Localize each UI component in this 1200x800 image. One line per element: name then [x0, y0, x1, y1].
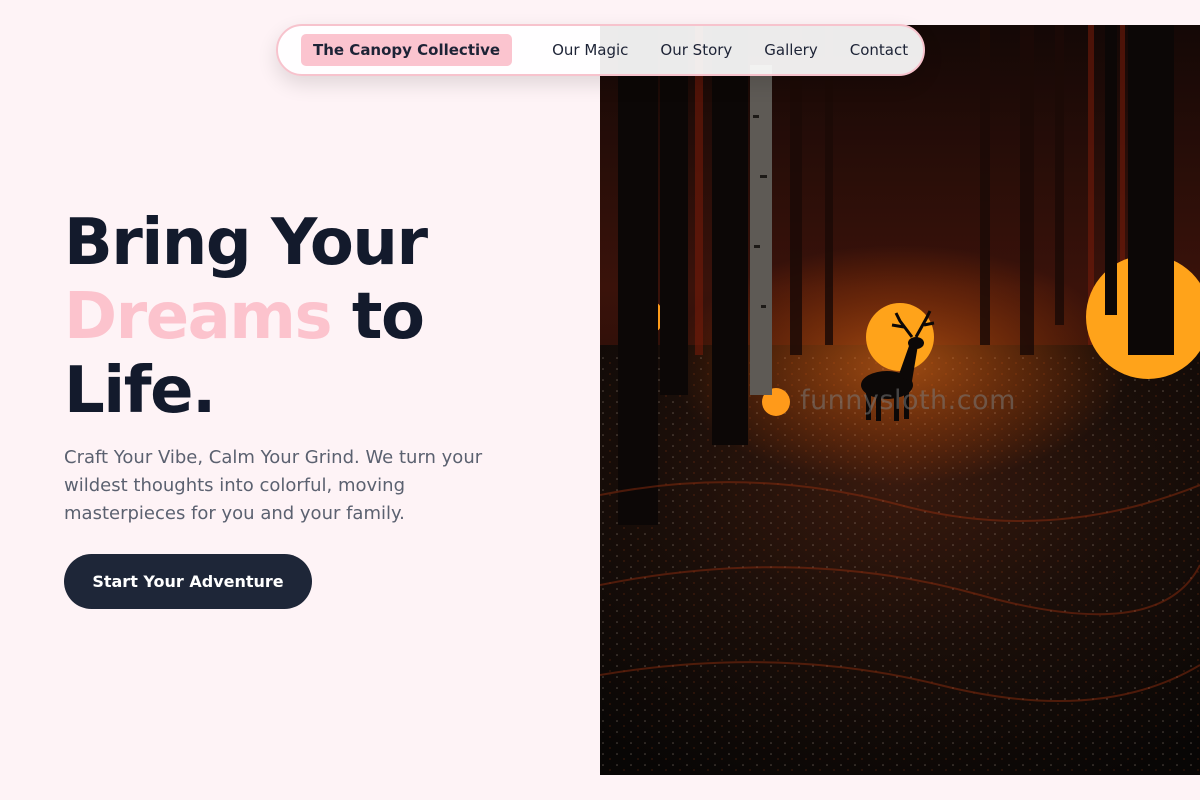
nav-link-contact[interactable]: Contact	[850, 41, 908, 59]
nav-link-our-magic[interactable]: Our Magic	[552, 41, 628, 59]
image-watermark: funnysloth.com	[800, 385, 1016, 416]
nav-link-our-story[interactable]: Our Story	[660, 41, 732, 59]
hero-subtitle: Craft Your Vibe, Calm Your Grind. We tur…	[64, 447, 483, 524]
landing-page: funnysloth.com The Canopy Collective Our…	[0, 0, 1200, 800]
nav-links: Our Magic Our Story Gallery Contact	[552, 41, 908, 59]
hero-headline: Bring Your Dreams to Life.	[64, 206, 428, 428]
headline-line-1: Bring Your	[64, 206, 428, 280]
top-navigation: The Canopy Collective Our Magic Our Stor…	[276, 24, 925, 76]
brand-logo-link[interactable]: The Canopy Collective	[301, 34, 513, 66]
hero-image-forest-deer: funnysloth.com	[600, 25, 1200, 775]
headline-line-2-rest: to	[351, 280, 425, 354]
headline-line-3: Life.	[64, 354, 216, 428]
headline-accent-word: Dreams	[64, 280, 333, 354]
nav-link-gallery[interactable]: Gallery	[764, 41, 817, 59]
start-adventure-button[interactable]: Start Your Adventure	[64, 554, 312, 609]
